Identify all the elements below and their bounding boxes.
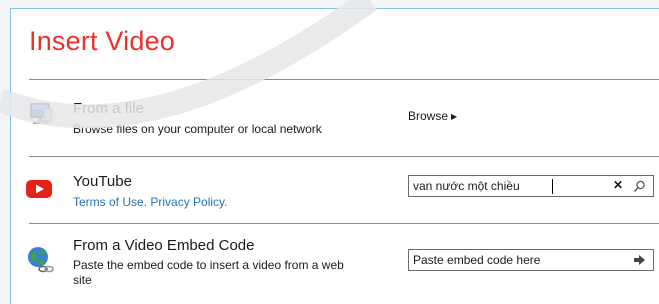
computer-monitor-icon bbox=[30, 103, 53, 124]
youtube-option-title: YouTube bbox=[73, 173, 132, 190]
browse-label: Browse bbox=[408, 109, 449, 123]
triangle-right-icon: ▶ bbox=[451, 112, 458, 121]
embed-description-line: site bbox=[73, 273, 92, 287]
insert-video-dialog: Insert Video From a file Browse files on… bbox=[10, 8, 659, 304]
youtube-legal-links: Terms of Use. Privacy Policy. bbox=[73, 195, 228, 209]
file-option-description: Browse files on your computer or local n… bbox=[73, 122, 322, 136]
divider bbox=[29, 79, 659, 80]
divider bbox=[29, 156, 659, 157]
embed-description-line: Paste the embed code to insert a video f… bbox=[73, 258, 344, 272]
search-icon[interactable] bbox=[633, 180, 646, 193]
youtube-search-box: ✕ bbox=[408, 175, 654, 197]
globe-link-icon bbox=[28, 247, 54, 273]
embed-code-box bbox=[408, 249, 654, 271]
file-option-title: From a file bbox=[73, 100, 144, 117]
youtube-search-input[interactable] bbox=[413, 178, 608, 194]
divider bbox=[29, 223, 659, 224]
embed-option-description: Paste the embed code to insert a video f… bbox=[73, 258, 344, 288]
arrow-right-icon[interactable] bbox=[634, 255, 645, 265]
youtube-icon bbox=[26, 180, 52, 198]
text-caret bbox=[552, 179, 553, 194]
terms-of-use-link[interactable]: Terms of Use. bbox=[73, 195, 147, 209]
close-icon[interactable]: ✕ bbox=[613, 178, 623, 192]
privacy-policy-link[interactable]: Privacy Policy. bbox=[150, 195, 227, 209]
dialog-title: Insert Video bbox=[29, 26, 175, 56]
embed-option-title: From a Video Embed Code bbox=[73, 237, 255, 254]
embed-code-input[interactable] bbox=[413, 252, 608, 268]
browse-button[interactable]: Browse ▶ bbox=[408, 109, 457, 123]
